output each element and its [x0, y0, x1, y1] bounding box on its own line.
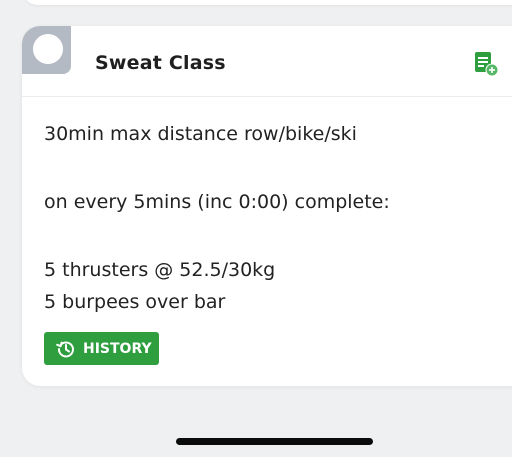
card-title: Sweat Class: [95, 52, 226, 74]
workout-line-3: 5 thrusters @ 52.5/30kg: [44, 259, 276, 281]
workout-line-4: 5 burpees over bar: [44, 291, 226, 313]
previous-card-edge: [22, 0, 512, 5]
add-log-icon[interactable]: [472, 50, 500, 78]
workout-card: Sweat Class 30min max distance row/bike/…: [22, 26, 512, 386]
workout-line-1: 30min max distance row/bike/ski: [44, 123, 357, 145]
history-icon: [56, 340, 74, 357]
history-button-label: HISTORY: [83, 340, 152, 357]
avatar-placeholder-icon: [33, 34, 63, 64]
card-header: Sweat Class: [22, 26, 512, 97]
home-indicator: [176, 438, 373, 445]
workout-line-2: on every 5mins (inc 0:00) complete:: [44, 191, 390, 213]
history-button[interactable]: HISTORY: [44, 332, 159, 365]
avatar: [22, 26, 71, 74]
